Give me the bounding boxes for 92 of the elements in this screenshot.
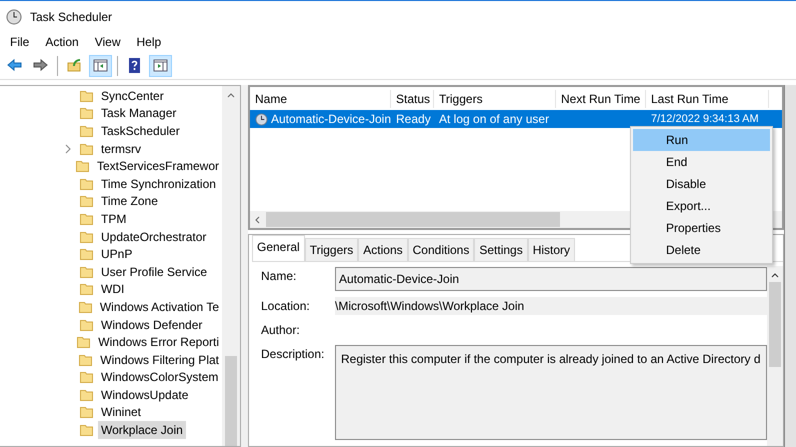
back-arrow-icon xyxy=(6,57,23,74)
clock-icon xyxy=(255,112,268,126)
tree-item[interactable]: UpdateOrchestrator xyxy=(98,228,210,246)
forward-arrow-icon xyxy=(32,57,49,74)
scroll-thumb[interactable] xyxy=(769,282,781,367)
scroll-up-icon[interactable] xyxy=(771,272,779,278)
tree-item[interactable]: TaskScheduler xyxy=(98,122,183,140)
menu-item[interactable]: Disable xyxy=(633,173,770,195)
folder-icon xyxy=(80,318,94,331)
folder-up-icon xyxy=(66,57,83,74)
folder-icon xyxy=(80,371,94,384)
field-label: Author: xyxy=(261,322,301,339)
tree-item[interactable]: Workplace Join xyxy=(98,421,186,440)
tree-item[interactable]: Windows Activation Te xyxy=(96,298,222,316)
task-row[interactable]: Automatic-Device-Join Ready At log on of any user 7/12/2022 9:34:13 AM xyxy=(250,110,782,128)
menu-item[interactable]: Run xyxy=(633,129,770,151)
folder-icon xyxy=(80,107,94,120)
tab[interactable]: Conditions xyxy=(408,238,474,261)
folder-icon xyxy=(80,124,94,137)
folder-icon xyxy=(80,90,94,102)
folder-icon xyxy=(80,424,94,436)
scroll-thumb[interactable] xyxy=(225,356,237,446)
column-header[interactable]: Name xyxy=(250,90,391,108)
field-label: Description: xyxy=(261,346,326,363)
tree-item[interactable]: Windows Error Reporti xyxy=(95,333,222,352)
menu-item[interactable]: Export... xyxy=(633,195,770,217)
scrollbar[interactable] xyxy=(767,266,783,446)
menu-item[interactable]: View xyxy=(86,33,128,51)
column-header[interactable]: Status xyxy=(391,90,434,108)
folder-icon xyxy=(77,336,92,348)
folder-icon xyxy=(76,160,90,172)
tree-item[interactable]: TextServicesFramewor xyxy=(94,157,222,176)
tree-item[interactable]: SyncCenter xyxy=(98,86,167,105)
help-icon xyxy=(126,57,143,74)
tree-item[interactable]: Time Synchronization xyxy=(98,174,219,193)
scrollbar[interactable] xyxy=(222,86,240,446)
folder-icon xyxy=(80,230,94,243)
folder-icon xyxy=(79,354,94,366)
scroll-thumb[interactable] xyxy=(266,212,560,227)
menu-item[interactable]: Help xyxy=(128,33,170,51)
tree-item[interactable]: WDI xyxy=(98,280,128,298)
folder-icon xyxy=(80,406,94,418)
tree-item[interactable]: TPM xyxy=(98,210,130,228)
tree-item[interactable]: Windows Defender xyxy=(98,316,206,334)
tree-item[interactable]: User Profile Service xyxy=(98,262,210,281)
menu-item[interactable]: File xyxy=(2,33,38,51)
tab[interactable]: Actions xyxy=(358,238,408,261)
expand-chevron-icon[interactable] xyxy=(65,144,72,154)
pane-right-icon xyxy=(152,57,169,74)
folder-icon xyxy=(80,283,94,296)
description-field[interactable]: Register this computer if the computer is already joined to an Active Directory d xyxy=(335,345,767,440)
tree-item[interactable]: Windows Filtering Plat xyxy=(97,350,222,369)
field-value: \Microsoft\Windows\Workplace Join xyxy=(335,297,767,315)
toolbar-button[interactable] xyxy=(149,54,172,76)
text-field[interactable]: Automatic-Device-Join xyxy=(335,267,767,291)
folder-icon xyxy=(80,142,94,155)
tab[interactable]: General xyxy=(252,235,305,261)
clock-icon xyxy=(6,8,22,24)
folder-icon xyxy=(80,248,94,260)
folder-icon xyxy=(78,300,93,313)
tab[interactable]: History xyxy=(528,238,576,261)
folder-icon xyxy=(80,195,94,208)
folder-icon xyxy=(80,388,94,401)
pane-left-icon xyxy=(92,57,109,74)
folder-icon xyxy=(80,178,94,190)
field-label: Location: xyxy=(261,298,311,315)
menu-item[interactable]: Delete xyxy=(633,239,770,261)
folder-icon xyxy=(80,212,94,225)
tree-item[interactable]: Task Manager xyxy=(98,104,180,122)
folder-icon xyxy=(80,266,94,278)
scroll-up-icon[interactable] xyxy=(227,92,235,98)
tab[interactable]: Triggers xyxy=(304,238,358,261)
menu-item[interactable]: End xyxy=(633,151,770,173)
table-cell-text: Automatic-Device-Join xyxy=(270,111,391,128)
tree-item[interactable]: Time Zone xyxy=(98,192,161,210)
column-header[interactable]: Next Run Time xyxy=(556,90,646,108)
tree-item[interactable]: Wininet xyxy=(98,403,144,422)
toolbar-button[interactable] xyxy=(89,54,112,76)
tree-item[interactable]: termsrv xyxy=(98,140,144,158)
tab[interactable]: Settings xyxy=(474,238,528,261)
table-cell-text: Ready xyxy=(395,111,432,128)
field-label: Name: xyxy=(261,268,298,285)
column-header[interactable]: Triggers xyxy=(434,90,556,108)
tree-item[interactable]: UPnP xyxy=(98,245,136,264)
tree-item[interactable]: WindowsUpdate xyxy=(98,386,192,404)
column-header[interactable]: Last Run Time xyxy=(646,90,769,108)
table-cell-text: At log on of any user xyxy=(438,111,550,128)
table-cell-text: 7/12/2022 9:34:13 AM xyxy=(650,112,760,127)
menu-item[interactable]: Properties xyxy=(633,217,770,239)
tree-item[interactable]: WindowsColorSystem xyxy=(98,368,222,386)
menu-item[interactable]: Action xyxy=(37,33,87,51)
window-title: Task Scheduler xyxy=(30,8,112,26)
